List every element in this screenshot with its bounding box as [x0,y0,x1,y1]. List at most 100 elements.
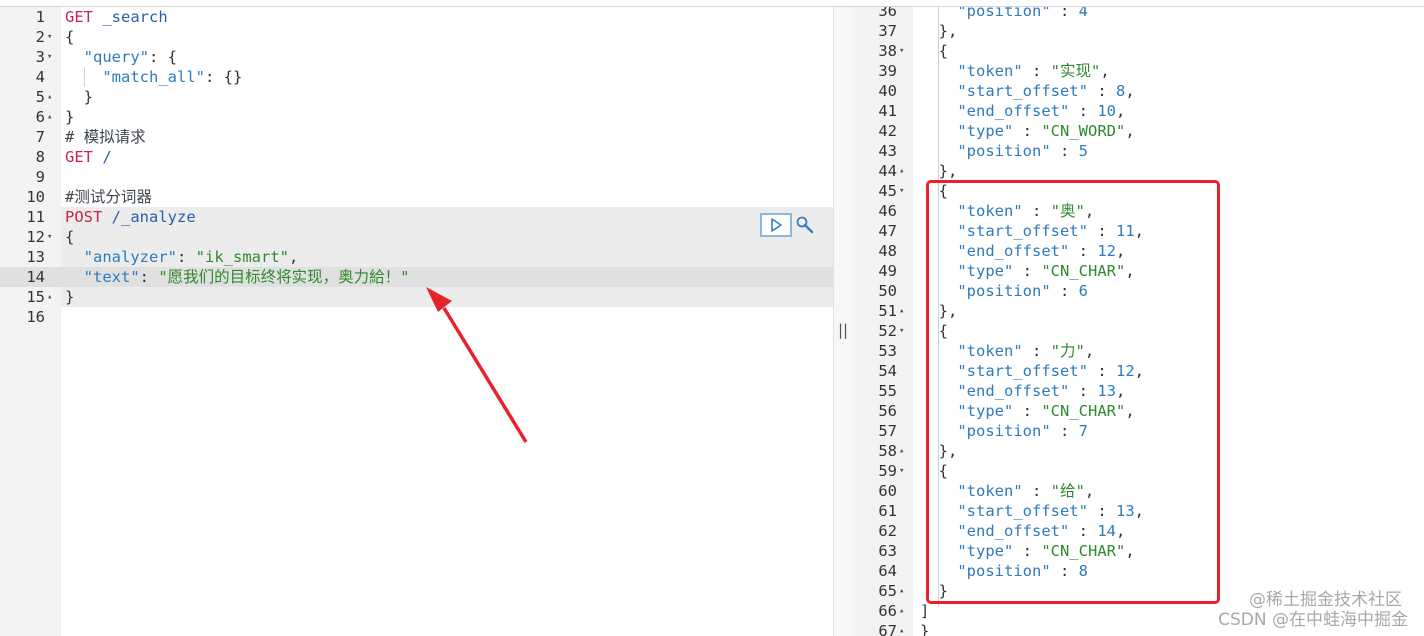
code-token: : [1087,82,1116,100]
line-text: "query": { [65,47,177,67]
line-number: 2 [35,28,45,46]
line-text: { [65,227,74,247]
code-token: "ik_smart" [195,248,289,266]
fold-collapse-icon[interactable]: ▾ [899,41,909,61]
code-token: 8 [1115,82,1126,100]
code-token: 4 [1078,7,1088,20]
fold-collapse-icon[interactable]: ▾ [899,181,909,201]
line-number: 62 [878,522,897,540]
code-line: 8 GET / [0,147,833,167]
line-number: 60 [878,482,897,500]
code-token: # 模拟请求 [65,128,146,146]
code-token: "end_offset" [957,102,1070,120]
code-token: POST [65,208,103,226]
fold-collapse-icon[interactable]: ▾ [899,461,909,481]
fold-expand-icon[interactable]: ▴ [899,161,909,181]
fold-collapse-icon[interactable]: ▾ [47,47,57,67]
code-token: : [1050,142,1079,160]
line-text: "match_all": {} [65,67,242,87]
line-number: 45 [878,182,897,200]
line-text: "position" : 5 [920,141,1088,161]
line-number: 66 [878,602,897,620]
line-number: 38 [878,42,897,60]
line-number: 48 [878,242,897,260]
code-token: /_analyze [102,208,196,226]
code-token: , [1125,82,1135,100]
line-number: 61 [878,502,897,520]
line-text: } [65,87,93,107]
code-token: #测试分词器 [65,188,152,206]
fold-expand-icon[interactable]: ▴ [899,581,909,601]
line-number: 7 [35,128,45,146]
fold-expand-icon[interactable]: ▴ [899,601,909,621]
code-line: 12 ▾ { [0,227,833,247]
line-text: # 模拟请求 [65,127,146,147]
fold-expand-icon[interactable]: ▴ [47,87,57,107]
code-line: 3 ▾ "query": { [0,47,833,67]
fold-expand-icon[interactable]: ▴ [47,107,57,127]
code-token: : [1013,122,1042,140]
code-line: 36 "position" : 4 [852,7,1424,21]
line-number: 14 [26,268,45,286]
code-line: 13 "analyzer": "ik_smart", [0,247,833,267]
fold-expand-icon[interactable]: ▴ [899,621,909,636]
fold-collapse-icon[interactable]: ▾ [899,321,909,341]
code-token: }, [920,162,958,180]
line-text: GET _search [65,7,168,27]
pane-resize-handle[interactable]: || [833,7,854,636]
line-text: { [920,41,948,61]
code-token: { [65,28,75,46]
fold-collapse-icon[interactable]: ▾ [47,27,57,47]
line-text: } [65,107,74,127]
line-number: 51 [878,302,897,320]
line-number: 47 [878,222,897,240]
line-number: 55 [878,382,897,400]
fold-expand-icon[interactable]: ▴ [899,301,909,321]
top-border [0,0,1424,7]
code-token: GET [65,148,93,166]
code-token: "token" [957,62,1023,80]
code-token: "text" [83,268,140,286]
request-editor[interactable]: 1 GET _search 2 ▾{3 ▾ "query": {4 "match_all… [0,7,833,636]
line-text: #测试分词器 [65,187,152,207]
code-line: 43 "position" : 5 [852,141,1424,161]
code-token: : [1022,62,1051,80]
code-token: _search [93,8,168,26]
line-text: } [920,621,929,636]
line-number: 58 [878,442,897,460]
code-line: 11 POST /_analyze [0,207,833,227]
code-token: } [920,622,930,636]
fold-expand-icon[interactable]: ▴ [47,287,57,307]
line-number: 65 [878,582,897,600]
fold-expand-icon[interactable]: ▴ [899,441,909,461]
line-number: 11 [26,208,45,226]
line-text: "analyzer": "ik_smart", [65,247,299,267]
code-token: : [177,248,196,266]
line-text: }, [920,21,958,41]
line-number: 53 [878,342,897,360]
code-token: 10 [1097,102,1116,120]
fold-collapse-icon[interactable]: ▾ [47,227,57,247]
run-request-button[interactable] [760,213,792,237]
code-token: : { [149,48,177,66]
line-number: 54 [878,362,897,380]
code-token: { [65,228,75,246]
line-number: 5 [35,88,45,106]
code-token: : [1050,7,1079,20]
line-text: "type" : "CN_WORD", [920,121,1134,141]
watermark: @稀土掘金技术社区 CSDN @在中蛙海中掘金 [1218,590,1408,630]
line-number: 63 [878,542,897,560]
line-number: 8 [35,148,45,166]
line-number: 49 [878,262,897,280]
code-line: 10 #测试分词器 [0,187,833,207]
line-number: 15 [26,288,45,306]
line-number: 67 [878,622,897,636]
line-text: POST /_analyze [65,207,196,227]
annotation-highlight-box [926,180,1220,604]
wrench-icon[interactable] [795,215,815,235]
